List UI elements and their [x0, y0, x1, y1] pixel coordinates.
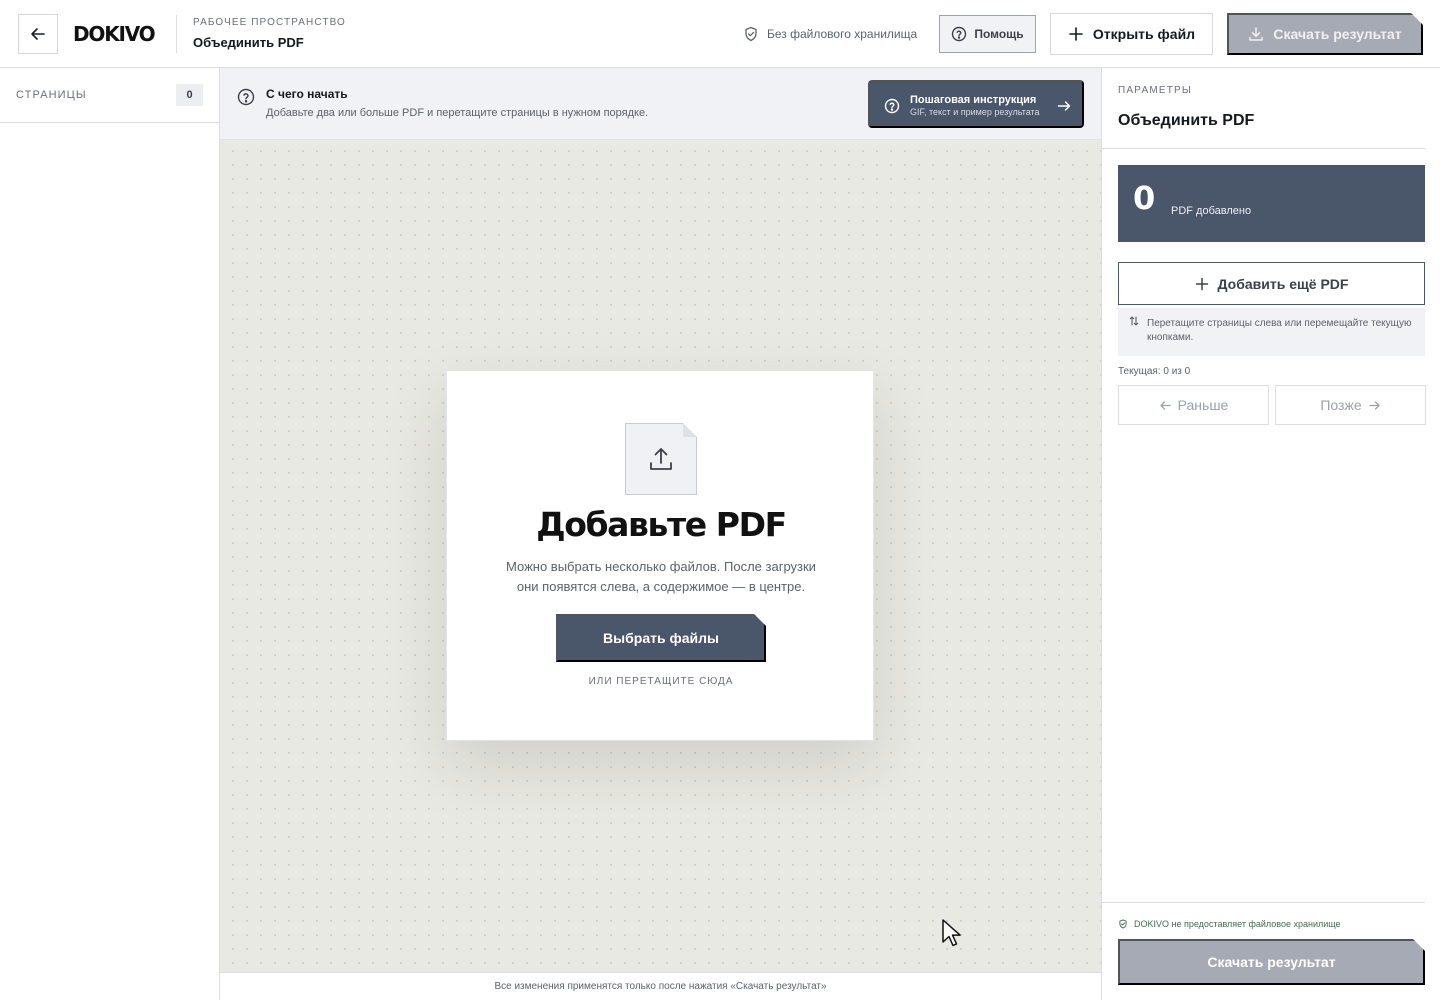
pdf-count-label: PDF добавлено	[1171, 205, 1252, 217]
intro-title: С чего начать	[266, 87, 348, 101]
upload-title: Добавьте PDF	[536, 505, 787, 544]
top-bar: DOKIVO РАБОЧЕЕ ПРОСТРАНСТВО Объединить P…	[0, 0, 1440, 68]
params-bottom-divider	[1102, 902, 1425, 903]
move-later-button[interactable]: Позже	[1275, 385, 1426, 425]
params-sidebar: ПАРАМЕТРЫ Объединить PDF 0 PDF добавлено…	[1101, 68, 1426, 1000]
arrow-right-icon	[1368, 400, 1380, 410]
choose-files-button[interactable]: Выбрать файлы	[556, 614, 766, 662]
plus-icon	[1069, 27, 1083, 41]
params-divider	[1102, 148, 1425, 149]
footer-note: Все изменения применятся только после на…	[220, 972, 1101, 1000]
upload-dropzone-card[interactable]: Добавьте PDF Можно выбрать несколько фай…	[446, 370, 874, 741]
guide-subtitle: GIF, текст и пример результата	[910, 107, 1040, 117]
storage-note-text: Без файлового хранилища	[767, 27, 918, 41]
workspace-eyebrow: РАБОЧЕЕ ПРОСТРАНСТВО	[193, 17, 346, 28]
pages-sidebar: СТРАНИЦЫ 0	[0, 68, 220, 1000]
sort-arrows-icon	[1129, 316, 1139, 326]
pages-count-badge: 0	[176, 84, 203, 106]
pages-title: СТРАНИЦЫ	[16, 89, 87, 101]
reorder-hint-text: Перетащите страницы слева или перемещайт…	[1147, 318, 1412, 343]
params-eyebrow: ПАРАМЕТРЫ	[1118, 85, 1192, 96]
back-button[interactable]	[18, 14, 58, 54]
open-file-label: Открыть файл	[1092, 26, 1196, 42]
add-more-pdf-label: Добавить ещё PDF	[1217, 275, 1349, 292]
drop-hint: ИЛИ ПЕРЕТАЩИТЕ СЮДА	[588, 676, 734, 687]
download-result-button[interactable]: Скачать результат	[1227, 13, 1423, 55]
shield-check-icon	[1119, 919, 1127, 929]
guide-title: Пошаговая инструкция	[910, 94, 1037, 106]
help-button-label: Помощь	[974, 27, 1024, 41]
upload-description: Можно выбрать несколько файлов. После за…	[491, 557, 831, 597]
arrow-left-icon	[31, 28, 45, 40]
workspace-title: Объединить PDF	[193, 35, 304, 50]
step-by-step-guide-button[interactable]: Пошаговая инструкция GIF, текст и пример…	[868, 80, 1084, 128]
download-result-label: Скачать результат	[1273, 26, 1402, 42]
storage-disclaimer: DOKIVO не предоставляет файловое хранили…	[1118, 919, 1341, 929]
pdf-count-value: 0	[1133, 179, 1156, 217]
document-fold	[683, 423, 697, 437]
logo[interactable]: DOKIVO	[73, 22, 156, 46]
intro-text: Добавьте два или больше PDF и перетащите…	[266, 107, 649, 119]
shield-check-icon	[745, 26, 757, 42]
download-result-bottom-button[interactable]: Скачать результат	[1118, 939, 1425, 985]
current-page-label: Текущая: 0 из 0	[1118, 366, 1191, 377]
download-icon	[1248, 26, 1264, 42]
move-earlier-button[interactable]: Раньше	[1118, 385, 1269, 425]
arrow-left-icon	[1159, 400, 1171, 410]
help-button[interactable]: Помощь	[939, 15, 1036, 53]
arrow-right-icon	[1057, 101, 1071, 111]
pages-header: СТРАНИЦЫ 0	[0, 68, 219, 123]
upload-icon	[646, 444, 676, 474]
storage-disclaimer-text: DOKIVO не предоставляет файловое хранили…	[1134, 919, 1341, 929]
add-more-pdf-button[interactable]: Добавить ещё PDF	[1118, 262, 1425, 305]
header-divider	[176, 15, 177, 53]
canvas-area[interactable]: С чего начать Добавьте два или больше PD…	[220, 68, 1101, 972]
mouse-pointer-icon	[942, 919, 961, 947]
question-circle-icon	[884, 98, 900, 114]
intro-banner: С чего начать Добавьте два или больше PD…	[220, 68, 1101, 140]
move-earlier-label: Раньше	[1177, 397, 1229, 413]
open-file-button[interactable]: Открыть файл	[1050, 13, 1213, 55]
params-title: Объединить PDF	[1118, 112, 1255, 129]
pdf-count-card: 0 PDF добавлено	[1118, 165, 1425, 242]
upload-description-line1: Можно выбрать несколько файлов. После за…	[506, 559, 816, 574]
upload-description-line2: они появятся слева, а содержимое — в цен…	[516, 579, 806, 594]
move-later-label: Позже	[1320, 397, 1362, 413]
question-circle-icon	[237, 88, 255, 106]
question-circle-icon	[952, 26, 967, 42]
storage-note: Без файлового хранилища	[743, 26, 917, 42]
plus-icon	[1195, 277, 1208, 290]
reorder-hint: Перетащите страницы слева или перемещайт…	[1118, 308, 1425, 356]
